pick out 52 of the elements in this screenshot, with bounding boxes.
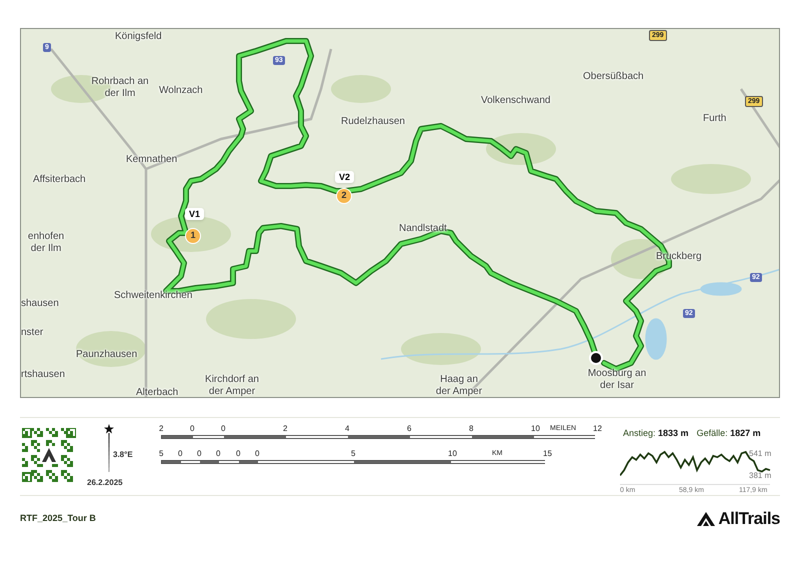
qr-code-icon [22,428,76,482]
place-label: Volkenschwand [481,95,550,107]
place-label: Alterbach [136,387,178,397]
scale-label: 10 [448,449,457,459]
place-label: Schweitenkirchen [114,290,192,302]
ascent-text: Anstieg: 1833 m [623,427,689,440]
place-label: Paunzhausen [76,349,138,361]
place-label: Furth [703,113,726,125]
scale-label: 15 [543,449,552,459]
place-label: Affsiterbach [33,174,86,186]
place-label: Wolnzach [159,85,203,97]
place-label: rtshausen [21,369,65,381]
scale-label: 0 [197,449,202,459]
place-label: Kemnathen [126,154,178,166]
place-label: Moosburg an der Isar [587,368,647,392]
declination-text: 3.8°E [113,449,133,461]
scale-label: 0 [178,449,182,459]
brand-name: AllTrails [718,510,780,527]
scale-label: 0 [221,424,226,434]
scale-label: 5 [159,449,164,459]
scale-label: 0 [236,449,240,459]
place-label: Nandlstadt [399,223,447,235]
max-elevation-label: 541 m [749,448,772,460]
waypoint-label: V2 [335,171,354,183]
place-label: shausen [21,298,59,310]
place-label: enhofen der Ilm [26,231,66,255]
scale-label: 6 [407,424,412,434]
route-title: RTF_2025_Tour B [20,512,96,525]
place-label: nster [21,327,44,339]
min-elevation-label: 381 m [749,470,772,482]
route-end-marker [589,351,603,365]
scale-label: 0 [216,449,220,459]
place-label: Haag an der Amper [434,374,484,397]
scale-label: 8 [469,424,474,434]
scale-label: 10 [531,424,540,434]
date-text: 26.2.2025 [87,477,123,489]
place-label: Kirchdorf an der Amper [204,374,260,397]
place-label: Königsfeld [115,31,162,43]
scale-label: 2 [283,424,288,434]
scale-label: 12 [593,424,602,434]
place-label: Rohrbach an der Ilm [90,76,150,100]
scale-label: 0 [255,449,260,459]
scale-label: 2 [159,424,164,434]
scale-label: 5 [351,449,356,459]
descent-text: Gefälle: 1827 m [696,427,761,440]
mountain-logo-icon [697,512,716,526]
place-label: Rudelzhausen [341,116,405,128]
waypoint-marker[interactable]: 2 [336,188,352,204]
scale-label: 4 [345,424,350,434]
waypoint-label: V1 [185,208,204,220]
scale-label: 0 [190,424,194,434]
place-label: Obersüßbach [583,71,644,83]
